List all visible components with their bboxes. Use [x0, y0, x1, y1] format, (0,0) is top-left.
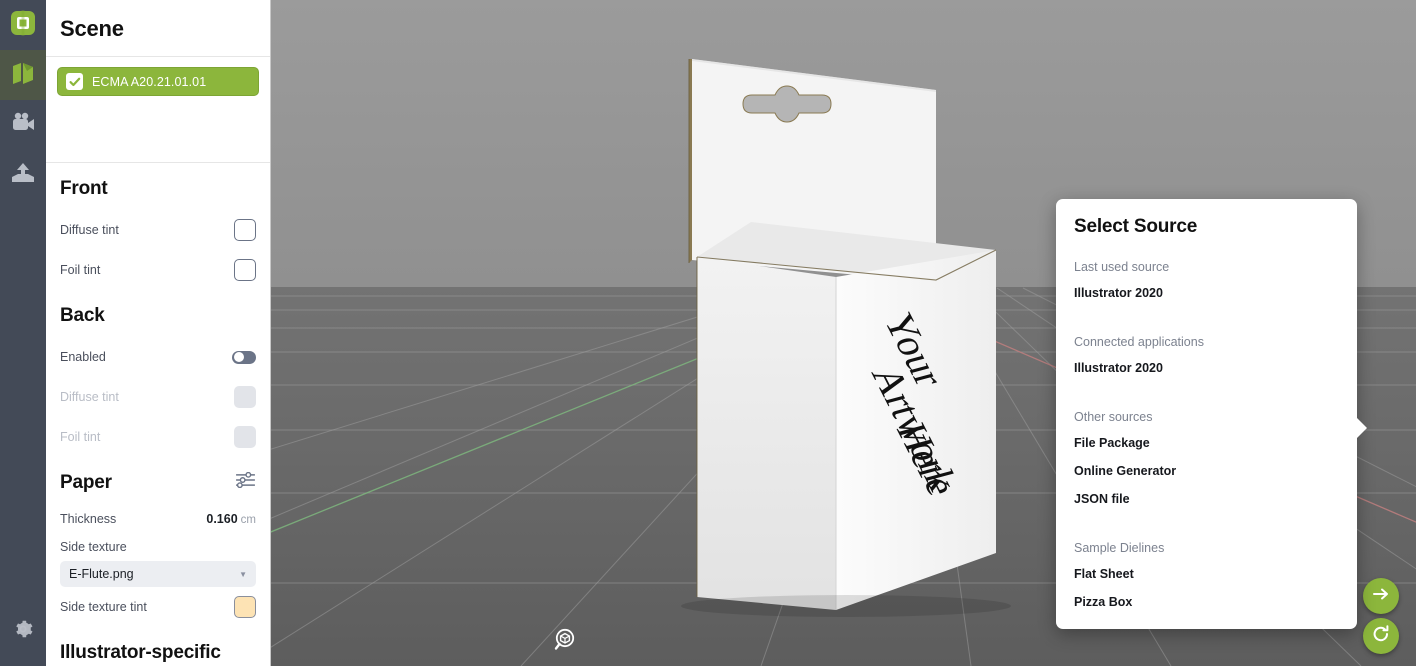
row-back-enabled: Enabled: [60, 337, 256, 377]
scene-list: ECMA A20.21.01.01: [46, 57, 270, 162]
back-enabled-label: Enabled: [60, 350, 106, 364]
row-front-diffuse-tint: Diffuse tint: [60, 210, 256, 250]
reload-button[interactable]: [1363, 618, 1399, 654]
row-back-diffuse-tint: Diffuse tint: [60, 377, 256, 417]
side-texture-value: E-Flute.png: [69, 567, 134, 581]
group-label: Other sources: [1074, 410, 1153, 424]
rail-item-dieline[interactable]: [0, 50, 46, 100]
dialog-pointer: [1356, 417, 1367, 439]
front-foil-tint-label: Foil tint: [60, 263, 101, 277]
dialog-group-connected-apps: Connected applications Illustrator 2020: [1074, 335, 1339, 375]
front-diffuse-tint-swatch[interactable]: [234, 219, 256, 241]
app-root: Scene ECMA A20.21.01.01 Front Diffuse ti…: [0, 0, 1416, 666]
app-logo-icon: [10, 9, 36, 41]
thickness-label: Thickness: [60, 512, 117, 526]
back-diffuse-tint-swatch: [234, 386, 256, 408]
thickness-value-group[interactable]: 0.160 cm: [206, 510, 256, 528]
dialog-title: Select Source: [1074, 216, 1198, 237]
focus-object-button[interactable]: [554, 628, 578, 652]
box-front-face: [697, 257, 836, 610]
back-diffuse-tint-label: Diffuse tint: [60, 390, 119, 404]
group-label: Connected applications: [1074, 335, 1204, 349]
back-enabled-toggle[interactable]: [232, 350, 256, 364]
group-label: Sample Dielines: [1074, 541, 1165, 555]
row-back-foil-tint: Foil tint: [60, 417, 256, 457]
side-texture-label: Side texture: [60, 540, 127, 554]
reload-icon: [1371, 624, 1391, 649]
sliders-icon[interactable]: [235, 471, 256, 494]
rail-item-export[interactable]: [0, 150, 46, 200]
chevron-down-icon: ▼: [239, 569, 247, 579]
side-texture-select[interactable]: E-Flute.png ▼: [60, 561, 256, 587]
box-shadow: [681, 595, 1011, 617]
front-foil-tint-swatch[interactable]: [234, 259, 256, 281]
dieline-icon: [10, 60, 36, 91]
front-diffuse-tint-label: Diffuse tint: [60, 223, 119, 237]
icon-rail: [0, 0, 46, 666]
scene-item[interactable]: ECMA A20.21.01.01: [57, 67, 259, 96]
dialog-group-other-sources: Other sources File Package Online Genera…: [1074, 410, 1339, 506]
source-item-illustrator-2020-last[interactable]: Illustrator 2020: [1074, 286, 1339, 300]
front-section: Front Diffuse tint Foil tint Back Enable…: [46, 178, 270, 664]
source-item-pizza-box[interactable]: Pizza Box: [1074, 595, 1339, 609]
panel-title: Scene: [60, 16, 124, 41]
dialog-group-sample-dielines: Sample Dielines Flat Sheet Pizza Box: [1074, 541, 1339, 609]
back-heading: Back: [60, 305, 105, 326]
side-texture-tint-swatch[interactable]: [234, 596, 256, 618]
focus-object-icon: [554, 628, 578, 656]
rail-item-camera[interactable]: [0, 100, 46, 150]
checkbox-checked-icon[interactable]: [66, 73, 83, 90]
source-item-online-generator[interactable]: Online Generator: [1074, 464, 1339, 478]
rail-item-settings[interactable]: [0, 606, 46, 656]
divider: [46, 162, 270, 163]
back-foil-tint-swatch: [234, 426, 256, 448]
paper-heading-row: Paper: [60, 471, 256, 494]
export-icon: [10, 161, 36, 190]
gear-icon: [12, 618, 34, 645]
group-label: Last used source: [1074, 260, 1170, 274]
scene-item-label: ECMA A20.21.01.01: [92, 74, 207, 89]
paper-heading: Paper: [60, 472, 112, 493]
back-foil-tint-label: Foil tint: [60, 430, 101, 444]
source-item-file-package[interactable]: File Package: [1074, 436, 1339, 450]
toggle-knob: [233, 352, 244, 362]
properties-panel: Scene ECMA A20.21.01.01 Front Diffuse ti…: [46, 0, 271, 666]
illustrator-heading: Illustrator-specific: [60, 642, 221, 663]
row-thickness: Thickness 0.160 cm: [60, 504, 256, 534]
source-item-json-file[interactable]: JSON file: [1074, 492, 1339, 506]
row-front-foil-tint: Foil tint: [60, 250, 256, 290]
arrow-right-icon: [1371, 584, 1391, 609]
row-side-texture-tint: Side texture tint: [60, 587, 256, 627]
thickness-unit: cm: [240, 514, 256, 526]
next-button[interactable]: [1363, 578, 1399, 614]
source-item-illustrator-2020-connected[interactable]: Illustrator 2020: [1074, 361, 1339, 375]
camera-icon: [10, 112, 36, 139]
rail-item-app-logo[interactable]: [0, 0, 46, 50]
source-item-flat-sheet[interactable]: Flat Sheet: [1074, 567, 1339, 581]
select-source-dialog: Select Source Last used source Illustrat…: [1056, 199, 1367, 629]
thickness-value: 0.160: [206, 512, 238, 526]
dialog-group-last-used: Last used source Illustrator 2020: [1074, 260, 1339, 300]
front-heading: Front: [60, 178, 108, 199]
side-texture-tint-label: Side texture tint: [60, 600, 147, 614]
